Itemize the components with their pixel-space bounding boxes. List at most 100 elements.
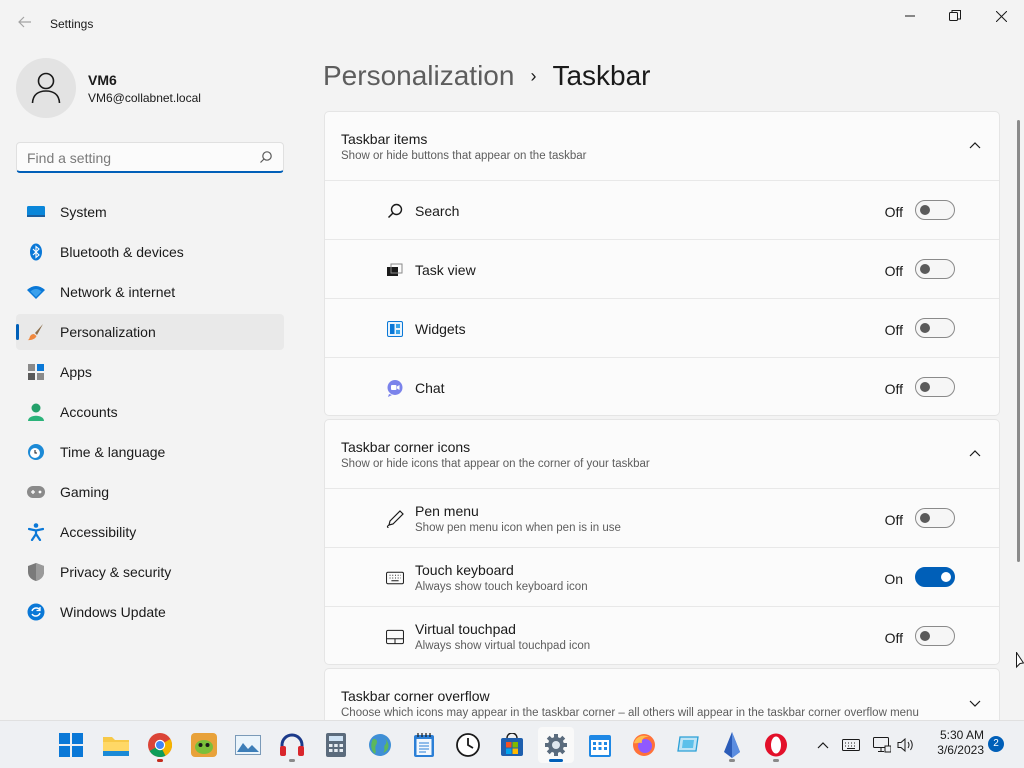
section-header[interactable]: Taskbar corner icons Show or hide icons … xyxy=(325,420,999,488)
taskbar-corner-overflow-section: Taskbar corner overflow Choose which ico… xyxy=(324,668,1000,726)
widgets-toggle[interactable] xyxy=(915,318,955,338)
sidebar-item-label: Gaming xyxy=(60,484,110,500)
running-indicator xyxy=(289,759,295,762)
section-header[interactable]: Taskbar corner overflow Choose which ico… xyxy=(325,669,999,725)
page-title: Taskbar xyxy=(552,60,651,91)
gamepad-icon xyxy=(27,483,45,501)
sidebar-item-bluetooth[interactable]: Bluetooth & devices xyxy=(16,234,284,270)
running-indicator xyxy=(729,759,735,762)
volume-tray-button[interactable] xyxy=(896,735,916,755)
minimize-button[interactable] xyxy=(887,4,933,28)
vertical-scrollbar[interactable] xyxy=(1017,120,1020,562)
section-header[interactable]: Taskbar items Show or hide buttons that … xyxy=(325,112,999,180)
taskbar-items-section: Taskbar items Show or hide buttons that … xyxy=(324,111,1000,416)
setting-label: Chat xyxy=(415,380,445,396)
network-tray-button[interactable] xyxy=(872,735,892,755)
restore-icon xyxy=(949,10,961,21)
sidebar-item-accounts[interactable]: Accounts xyxy=(16,394,284,430)
sidebar-item-privacy[interactable]: Privacy & security xyxy=(16,554,284,590)
taskbar-app-headphones[interactable] xyxy=(274,727,310,763)
setting-label: Virtual touchpad xyxy=(415,621,516,637)
notification-badge[interactable]: 2 xyxy=(988,736,1004,752)
taskbar-app-calendar[interactable] xyxy=(582,727,618,763)
back-arrow-icon xyxy=(18,16,31,28)
taskbar-app-game[interactable] xyxy=(186,727,222,763)
headphones-app-icon xyxy=(280,733,304,756)
toggle-state-text: Off xyxy=(884,381,903,397)
maximize-button[interactable] xyxy=(932,4,978,28)
opera-icon xyxy=(765,733,787,757)
search-icon xyxy=(386,202,404,220)
taskbar-app-calculator[interactable] xyxy=(318,727,354,763)
back-button[interactable] xyxy=(14,14,36,34)
clock-app-icon xyxy=(456,733,480,757)
taskbar-app-opera[interactable] xyxy=(758,727,794,763)
network-icon xyxy=(873,737,891,753)
accessibility-icon xyxy=(27,523,45,541)
sidebar-item-network[interactable]: Network & internet xyxy=(16,274,284,310)
show-hidden-icons-button[interactable] xyxy=(813,735,833,755)
sidebar-item-label: Personalization xyxy=(60,324,156,340)
chat-toggle[interactable] xyxy=(915,377,955,397)
search-toggle[interactable] xyxy=(915,200,955,220)
task-view-toggle[interactable] xyxy=(915,259,955,279)
section-title: Taskbar corner overflow xyxy=(341,688,490,704)
taskbar-app-file-explorer[interactable] xyxy=(98,727,134,763)
user-email: VM6@collabnet.local xyxy=(88,91,201,105)
breadcrumb-separator: › xyxy=(530,65,537,86)
keyboard-icon xyxy=(386,569,404,587)
user-name: VM6 xyxy=(88,72,117,88)
taskbar-app-sketch[interactable] xyxy=(714,727,750,763)
clock-globe-icon xyxy=(27,443,45,461)
setting-label: Pen menu xyxy=(415,503,479,519)
section-subtitle: Show or hide buttons that appear on the … xyxy=(341,150,587,162)
minimize-icon xyxy=(905,15,915,17)
virtual-touchpad-toggle[interactable] xyxy=(915,626,955,646)
touch-keyboard-toggle[interactable] xyxy=(915,567,955,587)
sidebar-item-label: Accounts xyxy=(60,404,118,420)
taskbar-clock[interactable]: 5:30 AM 3/6/2023 xyxy=(926,728,984,758)
search-icon[interactable] xyxy=(259,150,273,164)
taskbar-app-globe[interactable] xyxy=(362,727,398,763)
pen-menu-toggle[interactable] xyxy=(915,508,955,528)
taskbar-app-photos[interactable] xyxy=(230,727,266,763)
toggle-state-text: Off xyxy=(884,630,903,646)
taskbar-app-store[interactable] xyxy=(494,727,530,763)
taskbar-app-chrome[interactable] xyxy=(142,727,178,763)
account-icon xyxy=(27,403,45,421)
taskbar-app-settings[interactable] xyxy=(538,727,574,763)
avatar[interactable] xyxy=(16,58,76,118)
taskbar-app-notepad[interactable] xyxy=(406,727,442,763)
taskbar-app-clock[interactable] xyxy=(450,727,486,763)
sidebar-item-label: Network & internet xyxy=(60,284,176,300)
pen-icon xyxy=(386,510,404,528)
sidebar-item-windows-update[interactable]: Windows Update xyxy=(16,594,284,630)
breadcrumb-parent[interactable]: Personalization xyxy=(323,60,514,92)
search-box[interactable] xyxy=(16,142,284,173)
taskbar-app-firefox[interactable] xyxy=(626,727,662,763)
sidebar-item-gaming[interactable]: Gaming xyxy=(16,474,284,510)
close-button[interactable] xyxy=(978,4,1024,28)
sidebar-item-label: Apps xyxy=(60,364,92,380)
sidebar-item-label: Accessibility xyxy=(60,524,137,540)
setting-row-widgets: Widgets Off xyxy=(325,298,999,357)
taskbar-app-remote[interactable] xyxy=(670,727,706,763)
touch-keyboard-tray-button[interactable] xyxy=(841,735,861,755)
sidebar-item-apps[interactable]: Apps xyxy=(16,354,284,390)
breadcrumb: Personalization › Taskbar xyxy=(323,58,651,94)
setting-row-virtual-touchpad: Virtual touchpad Always show virtual tou… xyxy=(325,606,999,664)
start-button[interactable] xyxy=(53,727,89,763)
chevron-up-icon[interactable] xyxy=(969,449,981,457)
chevron-up-icon[interactable] xyxy=(969,141,981,149)
running-indicator xyxy=(157,759,163,762)
search-input[interactable] xyxy=(27,149,247,167)
taskbar-corner-icons-section: Taskbar corner icons Show or hide icons … xyxy=(324,419,1000,665)
sidebar-item-label: Windows Update xyxy=(60,604,166,620)
sidebar-item-system[interactable]: System xyxy=(16,194,284,230)
sidebar-item-accessibility[interactable]: Accessibility xyxy=(16,514,284,550)
chrome-icon xyxy=(148,733,172,757)
start-icon xyxy=(59,733,83,757)
chevron-down-icon[interactable] xyxy=(969,700,981,708)
sidebar-item-personalization[interactable]: Personalization xyxy=(16,314,284,350)
sidebar-item-time-language[interactable]: Time & language xyxy=(16,434,284,470)
